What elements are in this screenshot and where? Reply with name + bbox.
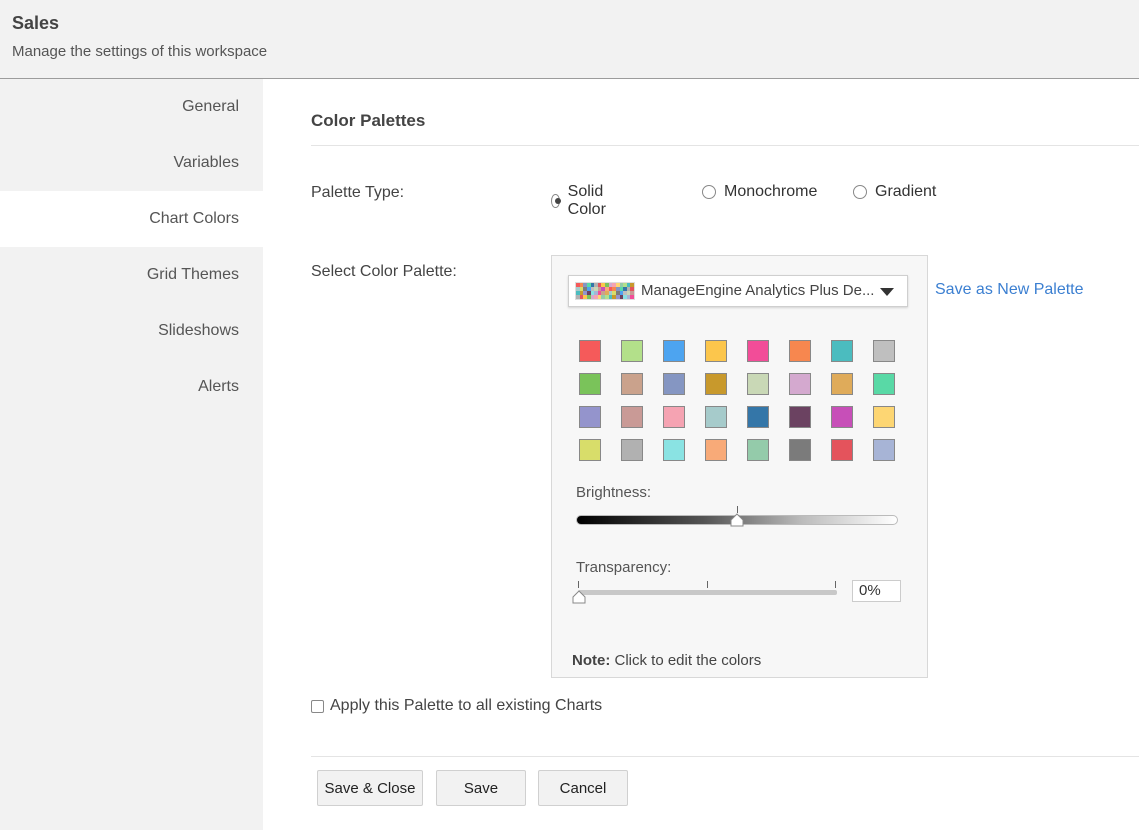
note-label: Note: bbox=[572, 652, 611, 669]
palette-editor: ManageEngine Analytics Plus De... Bright… bbox=[551, 255, 928, 678]
color-swatch[interactable] bbox=[747, 406, 769, 428]
transparency-slider-track[interactable] bbox=[578, 590, 837, 595]
color-swatch[interactable] bbox=[789, 340, 811, 362]
color-swatch[interactable] bbox=[705, 406, 727, 428]
radio-gradient-label: Gradient bbox=[875, 183, 937, 200]
sidebar-item-general[interactable]: General bbox=[0, 79, 263, 135]
radio-gradient-circle[interactable] bbox=[853, 185, 867, 199]
transparency-tick-end bbox=[835, 581, 836, 588]
color-swatch[interactable] bbox=[579, 406, 601, 428]
save-button[interactable]: Save bbox=[436, 770, 526, 806]
transparency-tick-mid bbox=[707, 581, 708, 588]
settings-sidebar: General Variables Chart Colors Grid Them… bbox=[0, 79, 263, 830]
color-swatch[interactable] bbox=[789, 406, 811, 428]
color-swatch[interactable] bbox=[663, 439, 685, 461]
sidebar-item-grid-themes[interactable]: Grid Themes bbox=[0, 247, 263, 303]
section-divider bbox=[311, 145, 1139, 146]
color-swatch[interactable] bbox=[747, 373, 769, 395]
apply-all-label: Apply this Palette to all existing Chart… bbox=[330, 697, 603, 714]
radio-monochrome[interactable]: Monochrome bbox=[702, 183, 817, 201]
color-swatch[interactable] bbox=[873, 373, 895, 395]
radio-monochrome-circle[interactable] bbox=[702, 185, 716, 199]
color-swatch[interactable] bbox=[831, 439, 853, 461]
sidebar-item-slideshows[interactable]: Slideshows bbox=[0, 303, 263, 359]
chevron-down-icon[interactable] bbox=[880, 288, 894, 296]
color-swatch[interactable] bbox=[579, 439, 601, 461]
sidebar-item-variables[interactable]: Variables bbox=[0, 135, 263, 191]
brightness-center-tick bbox=[737, 506, 738, 513]
apply-all-checkbox[interactable] bbox=[311, 699, 324, 713]
transparency-label: Transparency: bbox=[576, 559, 672, 576]
brightness-slider-thumb[interactable] bbox=[730, 513, 744, 527]
color-swatch[interactable] bbox=[873, 439, 895, 461]
color-swatch[interactable] bbox=[831, 373, 853, 395]
color-swatch[interactable] bbox=[873, 340, 895, 362]
apply-all-row: Apply this Palette to all existing Chart… bbox=[311, 697, 602, 715]
color-swatch[interactable] bbox=[789, 439, 811, 461]
save-close-button[interactable]: Save & Close bbox=[317, 770, 423, 806]
main-panel: Color Palettes Palette Type: Solid Color… bbox=[263, 79, 1139, 830]
color-swatch[interactable] bbox=[747, 340, 769, 362]
workspace-header: Sales Manage the settings of this worksp… bbox=[0, 0, 1139, 79]
section-title: Color Palettes bbox=[311, 111, 426, 130]
radio-solid-color-circle[interactable] bbox=[551, 194, 561, 208]
workspace-subtitle: Manage the settings of this workspace bbox=[12, 43, 268, 60]
color-swatch[interactable] bbox=[579, 340, 601, 362]
transparency-tick-start bbox=[578, 581, 579, 588]
color-swatch[interactable] bbox=[621, 373, 643, 395]
footer-divider bbox=[311, 756, 1139, 757]
color-swatch[interactable] bbox=[705, 439, 727, 461]
radio-monochrome-label: Monochrome bbox=[724, 183, 818, 200]
color-swatch[interactable] bbox=[789, 373, 811, 395]
palette-type-label: Palette Type: bbox=[311, 184, 405, 201]
color-swatch[interactable] bbox=[621, 340, 643, 362]
color-swatch[interactable] bbox=[873, 406, 895, 428]
color-swatch[interactable] bbox=[705, 340, 727, 362]
sidebar-item-chart-colors[interactable]: Chart Colors bbox=[0, 191, 263, 247]
color-swatch[interactable] bbox=[705, 373, 727, 395]
color-swatch[interactable] bbox=[621, 406, 643, 428]
palette-dropdown-value: ManageEngine Analytics Plus De... bbox=[641, 282, 875, 299]
color-swatch[interactable] bbox=[579, 373, 601, 395]
palette-preview-icon bbox=[575, 282, 635, 300]
radio-solid-color-label: Solid Color bbox=[567, 183, 606, 218]
color-swatch[interactable] bbox=[831, 406, 853, 428]
color-swatch[interactable] bbox=[663, 340, 685, 362]
radio-gradient[interactable]: Gradient bbox=[853, 183, 936, 201]
palette-dropdown[interactable]: ManageEngine Analytics Plus De... bbox=[568, 275, 908, 307]
edit-note: Note: Click to edit the colors bbox=[572, 652, 761, 669]
save-as-new-palette-link[interactable]: Save as New Palette bbox=[935, 281, 1084, 299]
transparency-slider-thumb[interactable] bbox=[572, 590, 586, 604]
workspace-title: Sales bbox=[12, 13, 60, 33]
brightness-label: Brightness: bbox=[576, 484, 652, 501]
color-swatch[interactable] bbox=[621, 439, 643, 461]
color-swatch[interactable] bbox=[747, 439, 769, 461]
cancel-button[interactable]: Cancel bbox=[538, 770, 628, 806]
note-text: Click to edit the colors bbox=[610, 652, 762, 669]
radio-solid-color[interactable]: Solid Color bbox=[551, 183, 611, 219]
color-swatch[interactable] bbox=[831, 340, 853, 362]
transparency-input[interactable]: 0% bbox=[852, 580, 901, 602]
color-swatch[interactable] bbox=[663, 406, 685, 428]
sidebar-item-alerts[interactable]: Alerts bbox=[0, 359, 263, 415]
color-swatch[interactable] bbox=[663, 373, 685, 395]
select-palette-label: Select Color Palette: bbox=[311, 263, 457, 280]
